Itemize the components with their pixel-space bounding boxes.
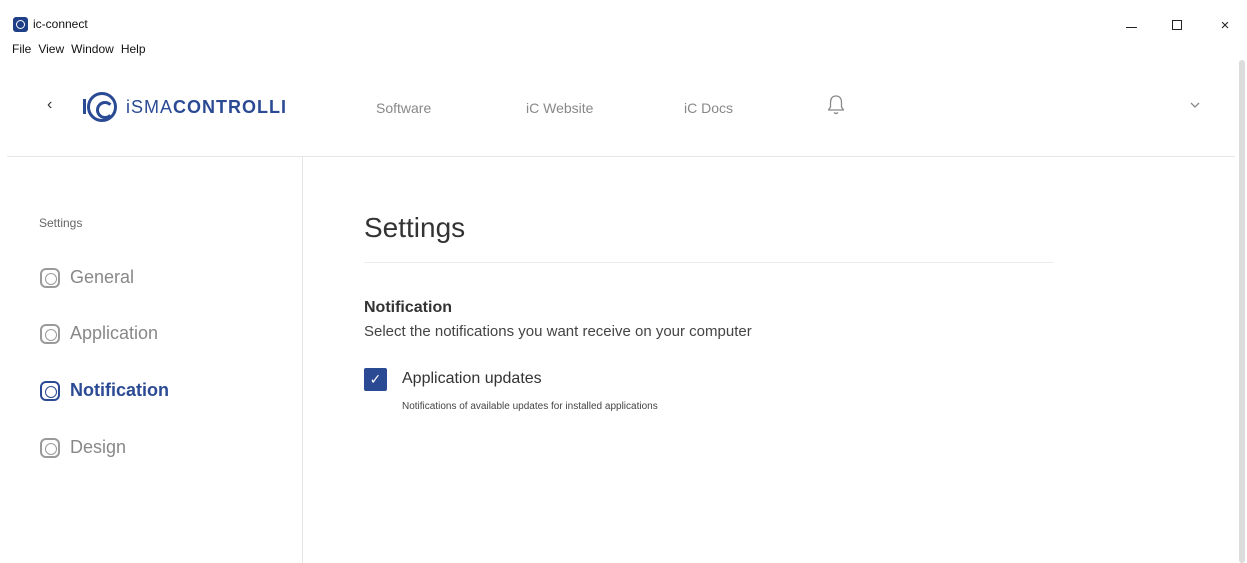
menu-window[interactable]: Window	[71, 42, 114, 56]
sidebar-item-label: Application	[70, 323, 159, 343]
close-button[interactable]: ×	[1208, 10, 1242, 40]
app-icon	[13, 17, 28, 32]
brand-logo[interactable]: iSMACONTROLLI	[83, 92, 288, 122]
window-title: ic-connect	[33, 17, 88, 31]
notification-icon	[40, 380, 60, 401]
app-header: ‹ iSMACONTROLLI Software iC Website iC D…	[7, 60, 1235, 157]
section-title: Notification	[364, 299, 452, 316]
sidebar-item-label: Notification	[70, 380, 169, 400]
menu-help[interactable]: Help	[121, 42, 146, 56]
menu-file[interactable]: File	[12, 42, 31, 56]
nav-ic-docs[interactable]: iC Docs	[684, 100, 733, 116]
sidebar-item-label: Design	[70, 437, 127, 457]
sidebar-item-design[interactable]: Design	[40, 437, 126, 458]
minimize-icon	[1125, 26, 1137, 28]
logo-text: iSMACONTROLLI	[126, 96, 288, 117]
menu-bar: File View Window Help	[12, 42, 146, 56]
sidebar-item-notification[interactable]: Notification	[40, 380, 169, 401]
sidebar-item-label: General	[70, 267, 135, 287]
page-title: Settings	[364, 212, 466, 243]
minimize-button[interactable]	[1114, 10, 1148, 40]
sidebar-item-application[interactable]: Application	[40, 323, 158, 344]
title-divider	[364, 262, 1054, 263]
sidebar-item-general[interactable]: General	[40, 267, 134, 288]
chevron-down-icon[interactable]	[1187, 97, 1203, 113]
application-updates-description: Notifications of available updates for i…	[402, 401, 658, 412]
bell-icon[interactable]	[826, 94, 846, 116]
settings-sidebar: Settings General Application Notificatio…	[0, 157, 303, 563]
menu-view[interactable]: View	[38, 42, 64, 56]
maximize-icon	[1172, 20, 1182, 30]
section-description: Select the notifications you want receiv…	[364, 323, 752, 340]
scrollbar[interactable]	[1239, 60, 1245, 563]
application-icon	[40, 323, 60, 344]
nav-ic-website[interactable]: iC Website	[526, 100, 593, 116]
check-icon: ✓	[369, 371, 382, 387]
general-icon	[40, 267, 60, 288]
title-bar: ic-connect ×	[0, 0, 1247, 40]
application-updates-checkbox[interactable]: ✓	[364, 368, 387, 391]
back-button[interactable]: ‹	[47, 96, 52, 114]
logo-icon	[83, 92, 117, 122]
sidebar-heading: Settings	[39, 216, 83, 230]
design-icon	[40, 437, 60, 458]
nav-software[interactable]: Software	[376, 100, 431, 116]
application-updates-label[interactable]: Application updates	[402, 370, 542, 388]
maximize-button[interactable]	[1160, 10, 1194, 40]
close-icon: ×	[1220, 16, 1230, 34]
